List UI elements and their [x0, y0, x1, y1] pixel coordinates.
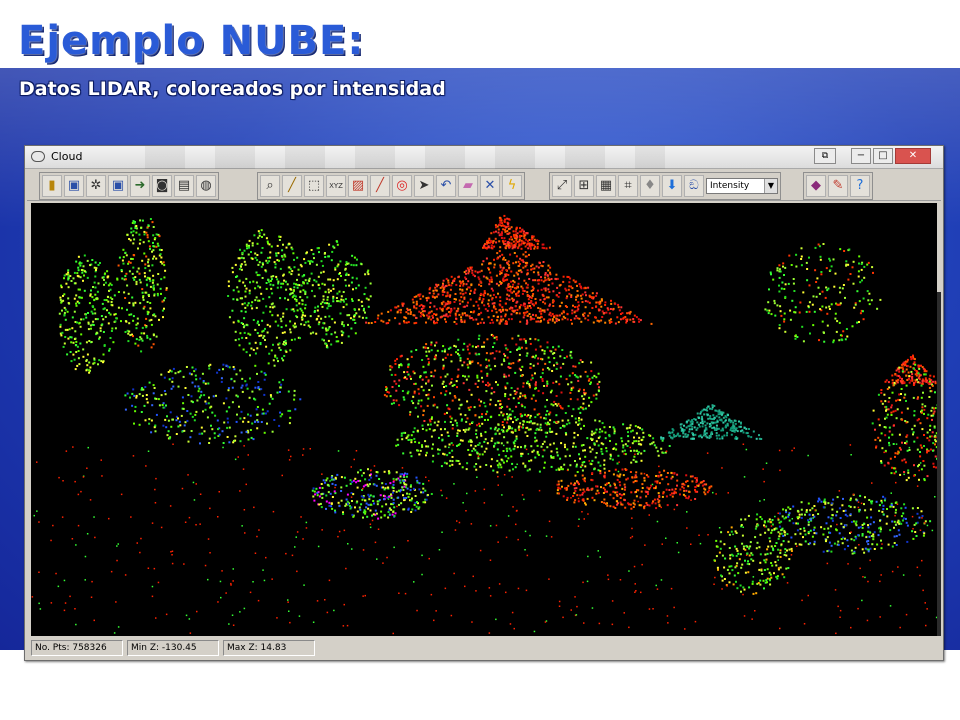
status-bar: No. Pts: 758326 Min Z: -130.45 Max Z: 14…	[31, 639, 937, 657]
globe-icon[interactable]: ◍	[196, 175, 216, 197]
color-mode-value: Intensity	[710, 181, 750, 191]
bulb-icon[interactable]: ♦	[640, 175, 660, 197]
window-titlebar[interactable]: Cloud ⧉ − □ ✕	[25, 146, 943, 169]
camera-icon[interactable]: ◙	[152, 175, 172, 197]
book-icon[interactable]: ◆	[806, 175, 826, 197]
viewport-scroll-edge[interactable]	[937, 292, 941, 636]
status-max-z: Max Z: 14.83	[223, 640, 315, 656]
save-as-icon[interactable]: ▣	[108, 175, 128, 197]
maximize-button[interactable]: □	[873, 148, 893, 164]
edit-book-icon[interactable]: ✎	[828, 175, 848, 197]
color-mode-select[interactable]: Intensity ▼	[706, 178, 778, 194]
lidar-point-cloud	[31, 214, 937, 635]
close-x-icon[interactable]: ✕	[480, 175, 500, 197]
close-button[interactable]: ✕	[895, 148, 931, 164]
target-icon[interactable]: ◎	[392, 175, 412, 197]
toolbar-group-tools: ⌕ ╱ ⬚ XYZ ▨ ╱ ◎ ➤ ↶ ▰ ✕ ϟ	[257, 172, 525, 200]
window-title: Cloud	[51, 150, 83, 163]
help-icon[interactable]: ?	[850, 175, 870, 197]
slide-subtitle: Datos LIDAR, coloreados por intensidad	[19, 78, 446, 100]
down-arrow-icon[interactable]: ⬇	[662, 175, 682, 197]
pointer-icon[interactable]: ➤	[414, 175, 434, 197]
toolbar-group-file: ▮ ▣ ✲ ▣ ➜ ◙ ▤ ◍	[39, 172, 219, 200]
grid-view-icon[interactable]: ⊞	[574, 175, 594, 197]
animal-icon[interactable]: ඞ	[684, 175, 704, 197]
hatch-icon[interactable]: ▨	[348, 175, 368, 197]
panel-icon[interactable]: ▦	[596, 175, 616, 197]
erase-icon[interactable]: ▰	[458, 175, 478, 197]
main-toolbar: ▮ ▣ ✲ ▣ ➜ ◙ ▤ ◍ ⌕ ╱ ⬚ XYZ ▨ ╱ ◎ ➤ ↶ ▰ ✕ …	[27, 171, 941, 201]
zoom-icon[interactable]: ⌕	[260, 175, 280, 197]
chevron-down-icon[interactable]: ▼	[764, 179, 777, 193]
toolbar-group-help: ◆ ✎ ?	[803, 172, 873, 200]
toolbar-group-view: ⤢ ⊞ ▦ ⌗ ♦ ⬇ ඞ Intensity ▼	[549, 172, 781, 200]
status-min-z: Min Z: -130.45	[127, 640, 219, 656]
slope-icon[interactable]: ╱	[370, 175, 390, 197]
cloud-window: Cloud ⧉ − □ ✕ ▮ ▣ ✲ ▣ ➜ ◙ ▤ ◍ ⌕ ╱ ⬚ XYZ …	[24, 145, 944, 661]
open-icon[interactable]: ▮	[42, 175, 62, 197]
slide-title: Ejemplo NUBE:	[18, 18, 365, 64]
print-icon[interactable]: ▤	[174, 175, 194, 197]
save-icon[interactable]: ▣	[64, 175, 84, 197]
background-window-ghost	[145, 146, 665, 169]
fit-icon[interactable]: ⤢	[552, 175, 572, 197]
xyz-icon[interactable]: XYZ	[326, 175, 346, 197]
cloud-app-icon	[31, 151, 45, 162]
minimize-button[interactable]: −	[851, 148, 871, 164]
select-icon[interactable]: ⬚	[304, 175, 324, 197]
undo-icon[interactable]: ↶	[436, 175, 456, 197]
mesh-icon[interactable]: ⌗	[618, 175, 638, 197]
restore-down-button[interactable]: ⧉	[814, 148, 836, 164]
point-cloud-viewport[interactable]	[31, 203, 937, 636]
status-point-count: No. Pts: 758326	[31, 640, 123, 656]
measure-icon[interactable]: ╱	[282, 175, 302, 197]
lightning-icon[interactable]: ϟ	[502, 175, 522, 197]
export-icon[interactable]: ➜	[130, 175, 150, 197]
settings-icon[interactable]: ✲	[86, 175, 106, 197]
